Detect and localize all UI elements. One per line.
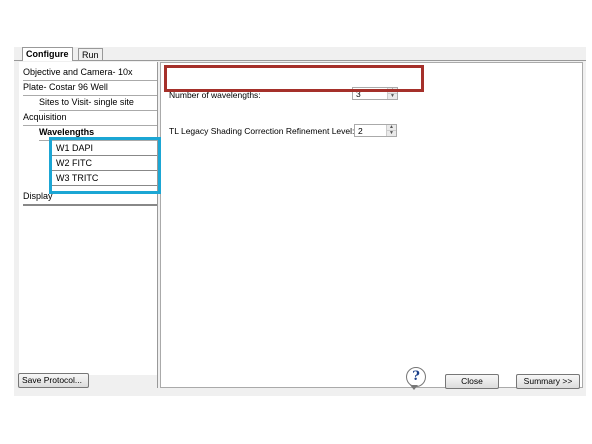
save-protocol-label: Save Protocol...	[22, 375, 83, 385]
close-button[interactable]: Close	[445, 374, 499, 389]
close-label: Close	[461, 376, 483, 386]
protocol-window: Configure Run Objective and Camera- 10x …	[14, 47, 586, 396]
shading-correction-label: TL Legacy Shading Correction Refinement …	[169, 126, 355, 136]
wavelength-list-highlight	[49, 137, 161, 194]
sidebar-divider	[157, 62, 158, 388]
wavelength-count-highlight	[164, 65, 424, 92]
help-icon: ?	[406, 367, 426, 387]
spin-down-arrow-icon[interactable]: ▼	[387, 131, 396, 136]
spin-down-arrow-icon[interactable]: ▼	[388, 94, 397, 99]
sidebar-item-acquisition[interactable]: Acquisition	[23, 111, 157, 126]
summary-label: Summary >>	[523, 376, 573, 386]
save-protocol-button[interactable]: Save Protocol...	[18, 373, 89, 388]
shading-correction-value: 2	[358, 126, 363, 136]
help-bubble-tail	[410, 385, 418, 390]
settings-panel: Number of wavelengths: 3 ▲ ▼ TL Legacy S…	[160, 62, 583, 388]
help-button[interactable]: ?	[404, 367, 428, 391]
shading-correction-stepper[interactable]: 2 ▲ ▼	[354, 124, 397, 137]
tab-configure[interactable]: Configure	[22, 47, 73, 61]
sidebar-item-objective[interactable]: Objective and Camera- 10x	[23, 66, 157, 81]
tab-divider	[14, 60, 586, 61]
spinner-buttons: ▲ ▼	[386, 125, 396, 136]
sidebar-item-sites[interactable]: Sites to Visit- single site	[39, 96, 157, 111]
summary-button[interactable]: Summary >>	[516, 374, 580, 389]
sidebar-item-plate[interactable]: Plate- Costar 96 Well	[23, 81, 157, 96]
